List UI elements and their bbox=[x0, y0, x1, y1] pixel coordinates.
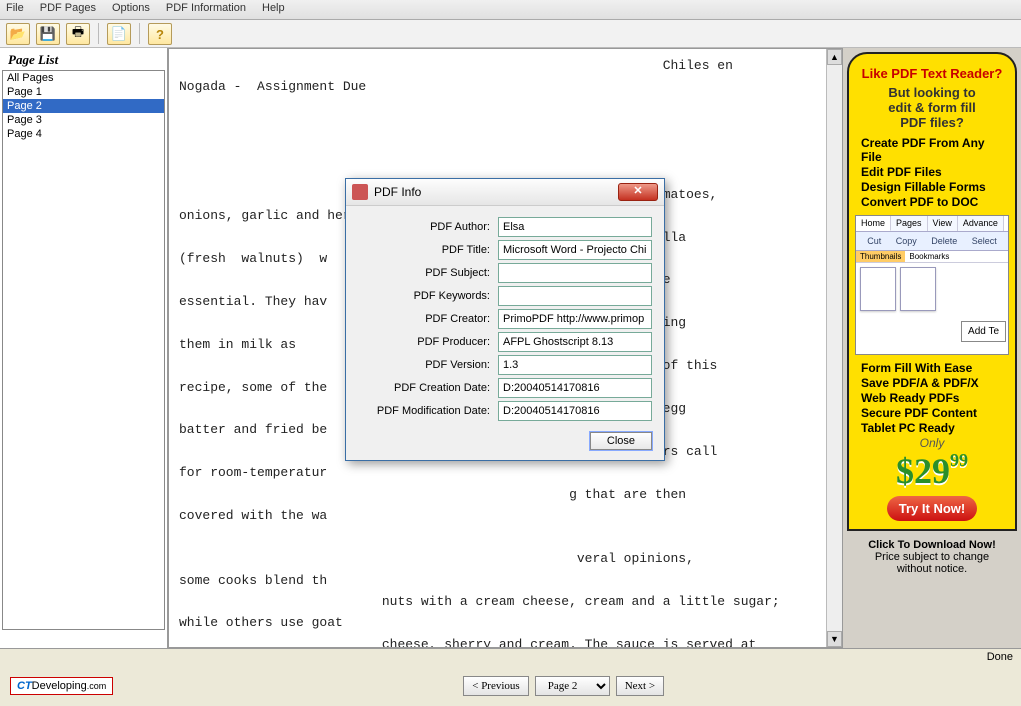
pdf-creation-field[interactable] bbox=[498, 378, 652, 398]
ad-price: $2999 bbox=[855, 450, 1009, 492]
menu-pdf-information[interactable]: PDF Information bbox=[166, 2, 246, 17]
ad-ribbon-item: Delete bbox=[931, 236, 957, 246]
toolbar: 📂 💾 🖶 📄 ? bbox=[0, 20, 1021, 48]
ad-addtext-callout: Add Te bbox=[961, 321, 1006, 342]
ad-tab: Home bbox=[856, 216, 891, 231]
close-button[interactable]: Close bbox=[590, 432, 652, 450]
open-icon[interactable]: 📂 bbox=[6, 23, 30, 45]
ad-ribbon-item: Copy bbox=[896, 236, 917, 246]
page-list-item[interactable]: Page 4 bbox=[3, 127, 164, 141]
ad-ribbon-item: Cut bbox=[867, 236, 881, 246]
help-icon[interactable]: ? bbox=[148, 23, 172, 45]
save-icon[interactable]: 💾 bbox=[36, 23, 60, 45]
label-title: PDF Title: bbox=[358, 244, 498, 256]
ad-panel: Like PDF Text Reader? But looking to edi… bbox=[847, 52, 1017, 531]
ad-thumb bbox=[860, 267, 896, 311]
ad-preview-tabs: HomePagesViewAdvance bbox=[856, 216, 1008, 232]
ad-feature: Form Fill With Ease bbox=[855, 361, 1009, 375]
divider bbox=[139, 23, 140, 44]
status-bar: Done bbox=[0, 648, 1021, 666]
pdf-creator-field[interactable] bbox=[498, 309, 652, 329]
sidebar: Page List All PagesPage 1Page 2Page 3Pag… bbox=[0, 48, 168, 648]
ad-headline: Like PDF Text Reader? bbox=[855, 66, 1009, 81]
ctdeveloping-logo: CTDeveloping.com bbox=[10, 677, 113, 695]
pdf-title-field[interactable] bbox=[498, 240, 652, 260]
ad-preview-ribbon: Cut Copy Delete Select bbox=[856, 232, 1008, 251]
divider bbox=[98, 23, 99, 44]
ad-thumb-tab: Bookmarks bbox=[905, 251, 953, 262]
ad-only: Only bbox=[855, 436, 1009, 450]
ad-feature: Tablet PC Ready bbox=[855, 421, 1009, 435]
scroll-down-icon[interactable]: ▼ bbox=[827, 631, 842, 647]
ad-disclaimer: Price subject to change bbox=[875, 551, 989, 563]
close-icon[interactable]: ✕ bbox=[618, 183, 658, 201]
ad-thumb-tab: Thumbnails bbox=[856, 251, 905, 262]
menu-options[interactable]: Options bbox=[112, 2, 150, 17]
ad-line: Edit PDF Files bbox=[855, 165, 1009, 179]
ad-ribbon-item: Select bbox=[972, 236, 997, 246]
ad-feature: Save PDF/A & PDF/X bbox=[855, 376, 1009, 390]
download-link[interactable]: Click To Download Now! bbox=[868, 539, 996, 551]
pdf-version-field[interactable] bbox=[498, 355, 652, 375]
ad-line: Convert PDF to DOC bbox=[855, 195, 1009, 209]
pdf-info-dialog: PDF Info ✕ PDF Author: PDF Title: PDF Su… bbox=[345, 178, 665, 461]
ad-feature: Secure PDF Content bbox=[855, 406, 1009, 420]
next-button[interactable]: Next > bbox=[616, 676, 664, 696]
ad-preview: HomePagesViewAdvance Cut Copy Delete Select… bbox=[855, 215, 1009, 355]
label-creation: PDF Creation Date: bbox=[358, 382, 498, 394]
page-list-item[interactable]: Page 3 bbox=[3, 113, 164, 127]
ad-line: Create PDF From Any File bbox=[855, 136, 1009, 164]
page-list-item[interactable]: Page 2 bbox=[3, 99, 164, 113]
label-keywords: PDF Keywords: bbox=[358, 290, 498, 302]
pdf-subject-field[interactable] bbox=[498, 263, 652, 283]
label-creator: PDF Creator: bbox=[358, 313, 498, 325]
pdf-modification-field[interactable] bbox=[498, 401, 652, 421]
ad-disclaimer: without notice. bbox=[897, 563, 967, 575]
label-author: PDF Author: bbox=[358, 221, 498, 233]
pdf-keywords-field[interactable] bbox=[498, 286, 652, 306]
dialog-titlebar[interactable]: PDF Info ✕ bbox=[346, 179, 664, 206]
print-icon[interactable]: 🖶 bbox=[66, 23, 90, 45]
page-select[interactable]: Page 2 bbox=[535, 676, 610, 696]
label-modification: PDF Modification Date: bbox=[358, 405, 498, 417]
page-list-title: Page List bbox=[2, 50, 165, 70]
dialog-icon bbox=[352, 184, 368, 200]
copy-icon[interactable]: 📄 bbox=[107, 23, 131, 45]
ad-feature: Web Ready PDFs bbox=[855, 391, 1009, 405]
menu-pdf-pages[interactable]: PDF Pages bbox=[40, 2, 96, 17]
dialog-title: PDF Info bbox=[374, 185, 421, 199]
pdf-producer-field[interactable] bbox=[498, 332, 652, 352]
ad-tab: View bbox=[928, 216, 958, 231]
pdf-author-field[interactable] bbox=[498, 217, 652, 237]
vertical-scrollbar[interactable]: ▲ ▼ bbox=[826, 49, 842, 647]
label-version: PDF Version: bbox=[358, 359, 498, 371]
page-list-item[interactable]: Page 1 bbox=[3, 85, 164, 99]
footer: CTDeveloping.com < Previous Page 2 Next … bbox=[0, 666, 1021, 706]
previous-button[interactable]: < Previous bbox=[463, 676, 528, 696]
menubar: File PDF Pages Options PDF Information H… bbox=[0, 0, 1021, 20]
label-subject: PDF Subject: bbox=[358, 267, 498, 279]
menu-file[interactable]: File bbox=[6, 2, 24, 17]
ad-line: Design Fillable Forms bbox=[855, 180, 1009, 194]
page-list-item[interactable]: All Pages bbox=[3, 71, 164, 85]
try-it-now-button[interactable]: Try It Now! bbox=[887, 496, 977, 521]
page-list[interactable]: All PagesPage 1Page 2Page 3Page 4 bbox=[2, 70, 165, 630]
menu-help[interactable]: Help bbox=[262, 2, 285, 17]
ad-tab: Pages bbox=[891, 216, 928, 231]
ad-thumb bbox=[900, 267, 936, 311]
ad-sub: But looking to edit & form fill PDF file… bbox=[855, 85, 1009, 130]
label-producer: PDF Producer: bbox=[358, 336, 498, 348]
scroll-up-icon[interactable]: ▲ bbox=[827, 49, 842, 65]
ad-tab: Advance bbox=[958, 216, 1004, 231]
